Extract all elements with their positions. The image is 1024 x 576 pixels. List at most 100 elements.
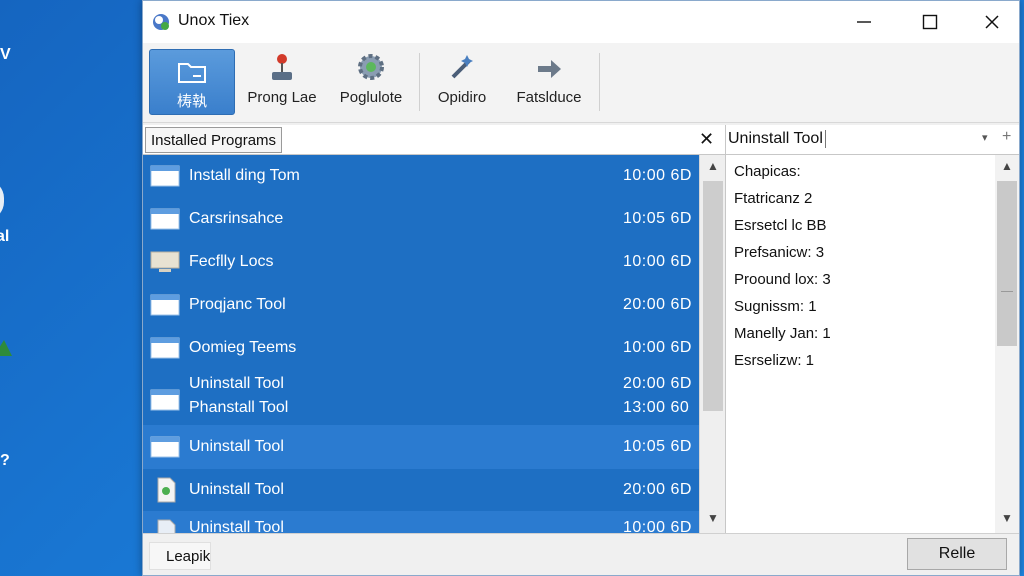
program-name: Phanstall Tool	[189, 399, 289, 416]
program-window-icon	[150, 337, 180, 359]
program-time: 13:00 60	[623, 399, 690, 416]
program-name: Carsrinsahce	[189, 209, 284, 227]
scroll-up-icon[interactable]: ▲	[995, 159, 1019, 173]
toolbar-separator	[419, 53, 420, 111]
table-row[interactable]: Proqjanc Tool 20:00 6D	[143, 283, 699, 326]
detail-line: Proound lox: 3	[734, 271, 831, 288]
program-window-icon	[150, 165, 180, 187]
toolbar-button-forward[interactable]: Fatslduce	[505, 49, 593, 115]
program-time: 10:00 6D	[623, 167, 692, 184]
table-row[interactable]: Oomieg Teems 10:00 6D	[143, 326, 699, 369]
scrollbar-grip	[1001, 291, 1013, 292]
close-window-button[interactable]	[961, 1, 1023, 43]
detail-line: Esrsetcl lc BB	[734, 217, 827, 234]
desktop-label-fragment: al	[0, 228, 10, 245]
program-time: 20:00 6D	[623, 481, 692, 498]
program-time: 10:05 6D	[623, 438, 692, 455]
detail-line: Prefsanicw: 3	[734, 244, 825, 261]
details-header: Uninstall Tool ▾ +	[725, 125, 1019, 155]
program-window-icon	[150, 389, 180, 411]
table-row[interactable]: Uninstall Tool 10:05 6D	[143, 425, 699, 469]
app-logo-icon	[153, 14, 169, 30]
program-window-icon	[150, 436, 180, 458]
desktop-label-fragment: ?	[0, 452, 10, 469]
details-scrollbar[interactable]: ▲ ▼	[995, 155, 1019, 533]
program-name: Fecflly Locs	[189, 252, 274, 270]
close-icon	[985, 15, 999, 29]
magic-wand-icon	[451, 55, 473, 79]
chevron-down-icon[interactable]: ▾	[982, 131, 988, 144]
toolbar-button-label: Opidiro	[437, 89, 487, 106]
program-time: 10:00 6D	[623, 252, 692, 270]
program-name: Uninstall Tool	[189, 481, 284, 498]
program-time: 10:05 6D	[623, 209, 692, 227]
program-document-icon	[157, 477, 176, 503]
details-panel: Chapicas: Ftatricanz 2 Esrsetcl lc BB Pr…	[725, 155, 995, 533]
detail-line: Esrselizw: 1	[734, 352, 815, 369]
title-bar[interactable]: Unox Tiex	[143, 1, 1019, 43]
toolbar-button-label: Fatslduce	[516, 89, 582, 106]
toolbar-button-settings[interactable]: Poglulote	[329, 49, 413, 115]
scroll-down-icon[interactable]: ▼	[700, 511, 726, 525]
toolbar-button-label: 梼執	[176, 93, 207, 110]
program-window-icon	[150, 294, 180, 316]
maximize-icon	[922, 14, 938, 30]
plus-icon[interactable]: +	[1002, 128, 1011, 146]
toolbar-button-prong[interactable]: Prong Lae	[241, 49, 323, 115]
toolbar-button-label: Prong Lae	[247, 89, 317, 106]
desktop-icon-fragment	[0, 340, 12, 356]
table-row[interactable]: Carsrinsahce 10:05 6D	[143, 197, 699, 240]
status-label: Leapik	[149, 542, 211, 570]
folder-icon	[178, 63, 206, 83]
detail-line: Manelly Jan: 1	[734, 325, 831, 342]
status-bar: Leapik Relle	[143, 533, 1019, 575]
table-row[interactable]: Uninstall Tool 10:00 6D	[143, 511, 699, 533]
joystick-icon	[272, 54, 292, 80]
desktop-icon-fragment	[0, 180, 4, 220]
program-name: Uninstall Tool	[189, 438, 284, 455]
scrollbar-thumb[interactable]	[997, 181, 1017, 346]
table-row[interactable]: Uninstall Tool 20:00 6D Phanstall Tool 1…	[143, 369, 699, 425]
details-title: Uninstall Tool	[728, 130, 826, 148]
program-window-icon	[150, 208, 180, 230]
program-time: 10:00 6D	[623, 338, 692, 356]
gear-icon	[358, 54, 384, 80]
toolbar-button-home[interactable]: 梼執	[149, 49, 235, 115]
table-row[interactable]: Uninstall Tool 20:00 6D	[143, 469, 699, 511]
minimize-button[interactable]	[833, 1, 895, 43]
detail-line: Sugnissm: 1	[734, 298, 817, 315]
toolbar-button-optimize[interactable]: Opidiro	[425, 49, 499, 115]
tab-installed-programs[interactable]: Installed Programs	[145, 127, 283, 153]
scrollbar-thumb[interactable]	[703, 181, 723, 411]
program-time: 10:00 6D	[623, 519, 692, 533]
toolbar-button-label: Poglulote	[339, 89, 403, 106]
program-list-scrollbar[interactable]: ▲ ▼	[699, 155, 725, 533]
program-monitor-icon	[150, 251, 180, 272]
left-pane-tab-bar: Installed Programs ✕	[143, 125, 725, 155]
program-name: Install ding Tom	[189, 167, 300, 184]
arrow-right-icon	[538, 60, 561, 78]
app-window: Unox Tiex 梼執 Prong Lae Poglulote Opidiro	[142, 0, 1020, 576]
program-document-icon	[157, 519, 176, 533]
program-time: 20:00 6D	[623, 295, 692, 313]
scroll-down-icon[interactable]: ▼	[995, 511, 1019, 525]
program-name: Oomieg Teems	[189, 338, 297, 356]
table-row[interactable]: Fecflly Locs 10:00 6D	[143, 240, 699, 283]
desktop-label-fragment: V	[0, 46, 11, 63]
program-name: Proqjanc Tool	[189, 295, 286, 313]
program-name: Uninstall Tool	[189, 375, 284, 392]
minimize-icon	[857, 21, 871, 23]
table-row[interactable]: Install ding Tom 10:00 6D	[143, 155, 699, 197]
toolbar-separator	[599, 53, 600, 111]
window-title: Unox Tiex	[178, 12, 250, 29]
close-tab-icon[interactable]: ✕	[699, 129, 714, 150]
program-time: 20:00 6D	[623, 375, 692, 392]
toolbar: 梼執 Prong Lae Poglulote Opidiro Fatslduce	[143, 43, 1019, 123]
scroll-up-icon[interactable]: ▲	[700, 159, 726, 173]
detail-line: Ftatricanz 2	[734, 190, 813, 207]
detail-line: Chapicas:	[734, 163, 801, 180]
program-list: Install ding Tom 10:00 6D Carsrinsahce 1…	[143, 155, 699, 533]
relle-button[interactable]: Relle	[907, 538, 1007, 570]
program-name: Uninstall Tool	[189, 519, 284, 533]
maximize-button[interactable]	[899, 1, 961, 43]
